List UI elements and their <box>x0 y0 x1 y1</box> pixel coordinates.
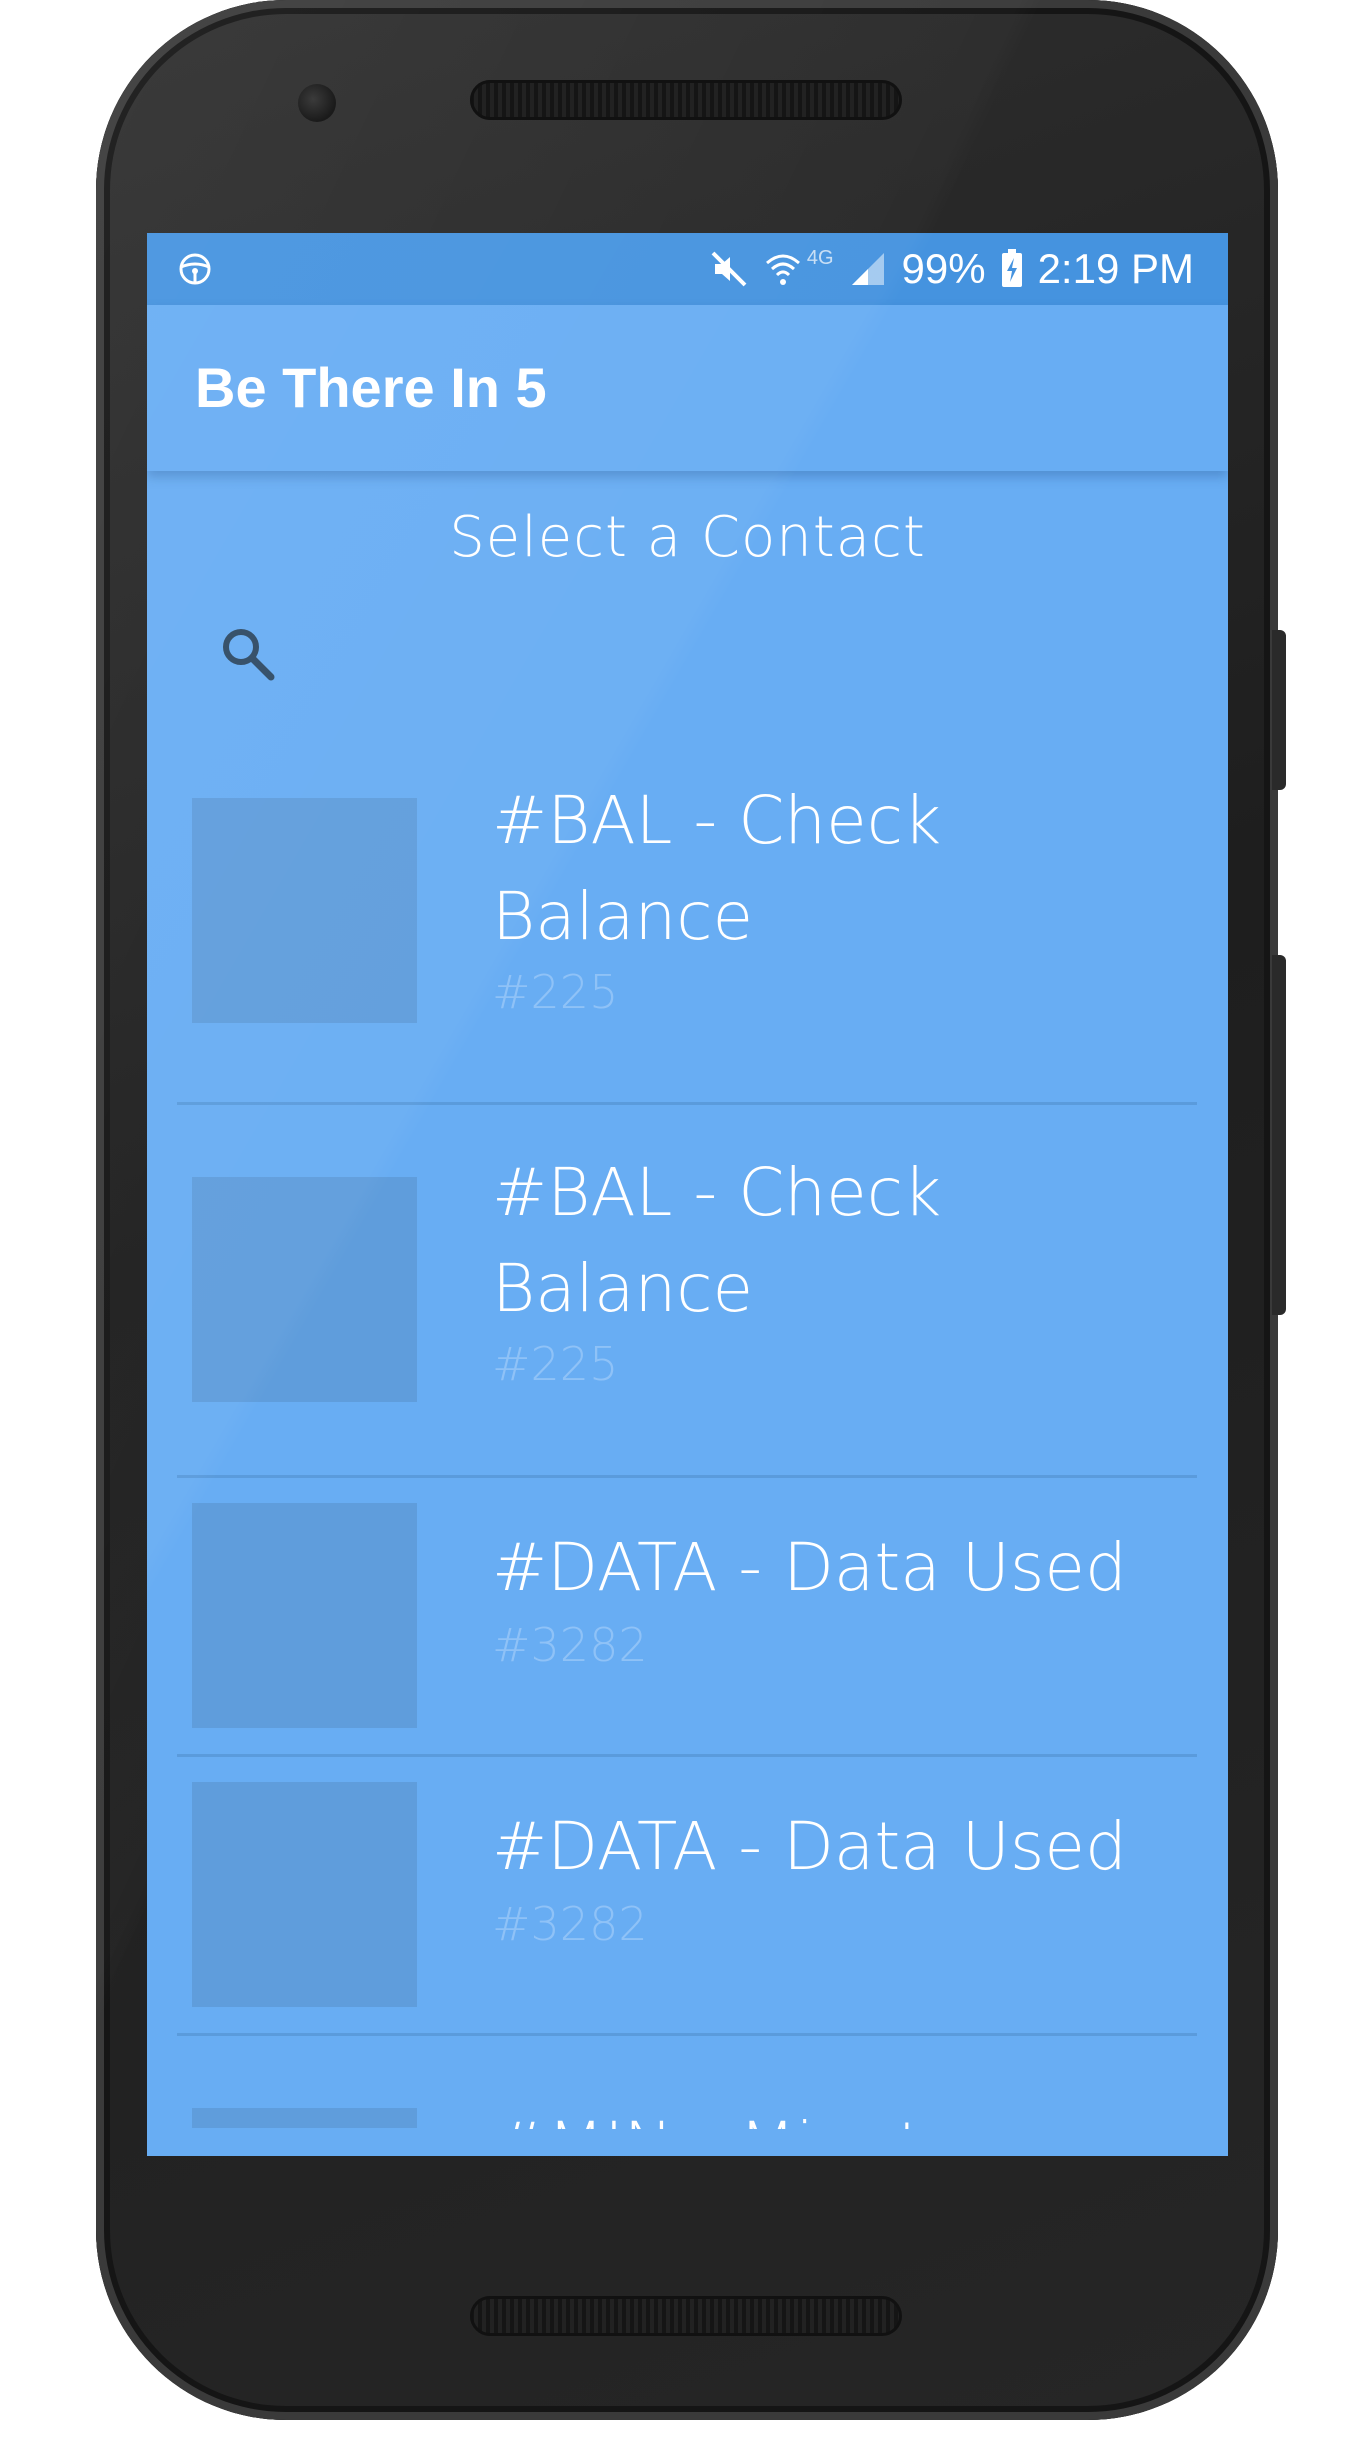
status-bar: 4G 99% 2:19 PM <box>147 233 1228 305</box>
power-button <box>1272 955 1286 1315</box>
top-speaker <box>470 80 902 120</box>
contact-row[interactable]: #DATA - Data Used #3282 <box>177 1478 1197 1757</box>
contact-row[interactable]: #BAL - Check Balance #225 <box>177 773 1197 1105</box>
contact-name: #BAL - Check Balance <box>492 1154 942 1327</box>
row-divider <box>177 2033 1197 2036</box>
contact-name: #BAL - Check Balance <box>492 782 942 955</box>
contact-avatar <box>192 798 417 1023</box>
contact-name: #DATA - Data Used <box>492 1529 1127 1606</box>
signal-icon <box>851 253 884 285</box>
battery-percent: 99% <box>901 245 986 292</box>
contact-number: #225 <box>492 1337 619 1391</box>
contact-name-partial[interactable]: #MIN - Minutes <box>492 2099 999 2129</box>
mute-icon <box>711 251 747 287</box>
contact-number: #225 <box>492 965 619 1019</box>
contact-avatar <box>192 1782 417 2007</box>
status-time: 2:19 PM <box>1037 245 1194 292</box>
volume-button <box>1272 630 1286 790</box>
steering-wheel-icon <box>179 253 211 285</box>
device-frame: 4G 99% 2:19 PM Be There In 5 Select a Co… <box>0 0 1370 2446</box>
contact-avatar <box>192 1177 417 1402</box>
status-right: 4G 99% 2:19 PM <box>709 233 1194 305</box>
contact-avatar <box>192 1503 417 1728</box>
bottom-speaker <box>470 2296 902 2336</box>
search-icon[interactable] <box>219 625 279 685</box>
app-screen: 4G 99% 2:19 PM Be There In 5 Select a Co… <box>147 233 1228 2156</box>
network-type: 4G <box>806 247 834 269</box>
wifi-icon <box>765 254 800 285</box>
contact-number: #3282 <box>492 1897 648 1951</box>
contact-avatar-partial <box>192 2108 417 2128</box>
contact-number: #3282 <box>492 1618 648 1672</box>
battery-charging-icon <box>1001 249 1022 287</box>
contact-name: #DATA - Data Used <box>492 1808 1127 1885</box>
contact-row[interactable]: #BAL - Check Balance #225 <box>177 1105 1197 1478</box>
app-bar: Be There In 5 <box>147 305 1228 471</box>
contact-row[interactable]: #DATA - Data Used #3282 <box>177 1757 1197 2036</box>
section-title: Select a Contact <box>449 505 926 570</box>
front-camera <box>298 84 336 122</box>
app-title: Be There In 5 <box>195 356 547 419</box>
